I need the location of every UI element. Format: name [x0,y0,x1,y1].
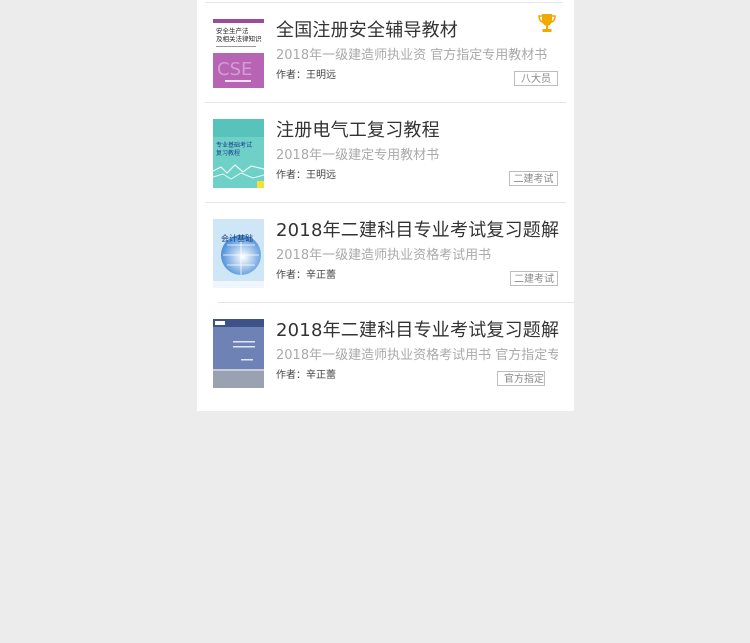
book-author: 作者：王明远 [276,166,336,181]
cover-title-line-2: 及相关法律知识 [216,34,262,43]
book-title: 2018年二建科目专业考试复习题解 [276,320,560,341]
book-cover [213,319,264,388]
book-list-item[interactable]: 专业基础考试 复习教程 注册电气工复习教程 2018年一级建定专用教材书 作者：… [197,102,574,203]
book-cover: 安全生产法 及相关法律知识 CSE [213,19,264,88]
book-list-panel: 安全生产法 及相关法律知识 CSE 全国注册安全辅导教材 2018年一级建造师执… [197,0,574,411]
trophy-icon [538,14,556,32]
cover-title-line-1: 专业基础考试 [216,141,252,149]
cover-logo: CSE [217,59,252,80]
cover-title-line-1: 安全生产法 [216,26,249,35]
author-label: 作者： [276,370,306,381]
book-list-item[interactable]: 2018年二建科目专业考试复习题解 2018年一级建造师执业资格考试用书 官方指… [197,302,574,402]
book-title: 全国注册安全辅导教材 [276,20,458,41]
category-tag[interactable]: 二建考试 [509,171,558,186]
cover-title-line-2: 复习教程 [216,149,240,157]
author-label: 作者： [276,170,306,181]
book-title: 2018年二建科目专业考试复习题解 [276,220,560,241]
book-subtitle: 2018年一级建造师执业资 官方指定专用教材书 [276,48,548,63]
book-list-item[interactable]: 安全生产法 及相关法律知识 CSE 全国注册安全辅导教材 2018年一级建造师执… [197,2,574,103]
book-cover: 专业基础考试 复习教程 [213,119,264,188]
author-label: 作者： [276,70,306,81]
category-tag[interactable]: 二建考试 [510,271,558,286]
author-name: 王明远 [306,170,336,181]
book-list-item[interactable]: 会计基础 2018年二建科目专业考试复习题解 2018年一级建造师执业资格考试用… [197,202,574,303]
book-subtitle: 2018年一级建定专用教材书 [276,148,440,163]
book-author: 作者：王明远 [276,66,336,81]
author-label: 作者： [276,270,306,281]
author-name: 辛正蕾 [306,270,336,281]
book-subtitle: 2018年一级建造师执业资格考试用书 [276,248,492,263]
category-tag[interactable]: 八大员 [514,71,558,86]
book-author: 作者：辛正蕾 [276,266,336,281]
author-name: 辛正蕾 [306,370,336,381]
category-tag[interactable]: 官方指定 [497,371,545,386]
book-author: 作者：辛正蕾 [276,366,336,381]
book-title: 注册电气工复习教程 [276,120,440,141]
book-subtitle: 2018年一级建造师执业资格考试用书 官方指定专 [276,348,558,363]
cover-title-line-1: 会计基础 [221,233,253,243]
book-cover: 会计基础 [213,219,264,288]
author-name: 王明远 [306,70,336,81]
